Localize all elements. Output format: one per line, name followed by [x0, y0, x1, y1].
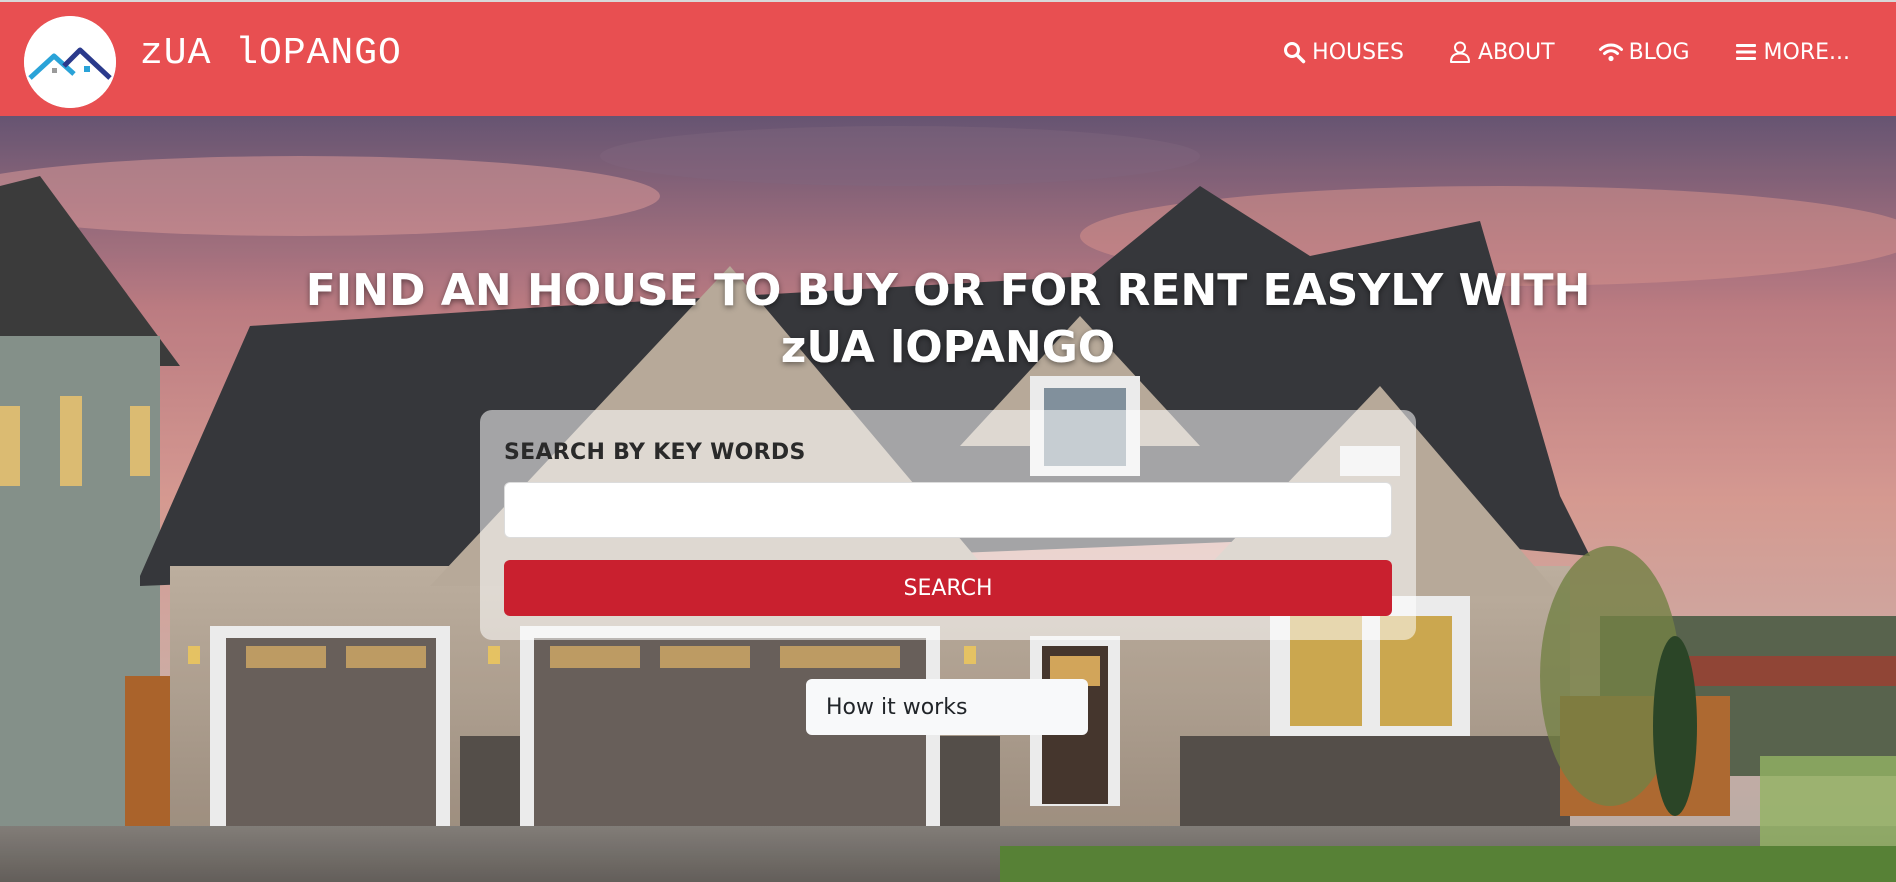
nav-item-houses[interactable]: HOUSES: [1282, 40, 1404, 65]
search-panel: SEARCH BY KEY WORDS SEARCH: [480, 410, 1416, 640]
search-input[interactable]: [504, 482, 1392, 538]
nav-label-blog: BLOG: [1628, 39, 1690, 65]
brand-name[interactable]: zUA lOPANGO: [140, 30, 402, 78]
nav-menu: HOUSES ABOUT BLOG MORE...: [1238, 32, 1850, 72]
nav-item-about[interactable]: ABOUT: [1448, 40, 1555, 65]
search-label: SEARCH BY KEY WORDS: [504, 440, 806, 465]
how-it-works-button[interactable]: How it works: [806, 679, 1088, 735]
wifi-icon: [1598, 43, 1623, 62]
nav-label-about: ABOUT: [1477, 39, 1555, 65]
hero-title: FIND AN HOUSE TO BUY OR FOR RENT EASYLY …: [305, 265, 1591, 373]
menu-icon: [1735, 44, 1756, 60]
nav-item-blog[interactable]: BLOG: [1598, 39, 1690, 65]
house-roof-logo[interactable]: [24, 16, 116, 108]
user-icon: [1449, 41, 1470, 63]
top-navbar: zUA lOPANGO HOUSES ABOUT BLOG MORE...: [0, 0, 1896, 116]
nav-item-more[interactable]: MORE...: [1734, 40, 1850, 65]
nav-label-houses: HOUSES: [1312, 39, 1404, 65]
hero-section: FIND AN HOUSE TO BUY OR FOR RENT EASYLY …: [0, 116, 1896, 882]
search-icon: [1284, 42, 1306, 64]
logo-icon: [24, 16, 116, 108]
nav-label-more: MORE...: [1763, 39, 1850, 65]
search-button[interactable]: SEARCH: [504, 560, 1392, 616]
